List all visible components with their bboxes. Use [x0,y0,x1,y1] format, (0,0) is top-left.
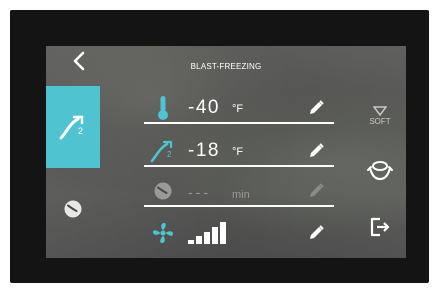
pencil-icon [310,225,324,239]
edit-chamber-temperature-button[interactable] [306,98,326,118]
edit-time-button[interactable] [306,181,326,201]
soft-mode-label: SOFT [369,117,391,126]
core-probe-icon: 2 [59,115,84,140]
pencil-icon [310,183,324,197]
fan-speed-bars [188,220,234,249]
chamber-temperature-unit: °F [232,103,244,115]
row-divider [144,122,334,124]
exit-icon [370,217,390,237]
row-divider [144,165,334,167]
chamber-temperature-value: -40 [188,97,220,118]
core-probe-mode-tab[interactable]: 2 [46,86,100,168]
time-unit: min [232,189,250,201]
svg-text:2: 2 [167,150,172,159]
triangle-down-icon [373,106,387,116]
edit-probe-temperature-button[interactable] [306,141,326,161]
soft-mode-button[interactable]: SOFT [358,100,402,132]
page-title: BLAST-FREEZING [190,62,262,71]
fan-icon [150,220,176,246]
svg-text:2: 2 [78,126,83,136]
timer-mode-tab[interactable] [46,168,100,250]
edit-fan-speed-button[interactable] [306,223,326,243]
clock-icon [64,200,82,218]
time-value: --- [188,184,211,200]
hold-icon [367,161,393,181]
clock-icon [150,178,176,204]
control-panel-screen: BLAST-FREEZING 2 -40 °F 2 -18 °F --- min… [46,46,406,258]
probe-temperature-value: -18 [188,140,220,161]
fan-speed-row [144,216,334,249]
hold-mode-button[interactable] [358,156,402,186]
chevron-left-icon [73,51,85,71]
chamber-temperature-row: -40 °F [144,91,334,124]
back-button[interactable] [64,48,94,74]
exit-button[interactable] [358,212,402,242]
core-probe-icon: 2 [150,138,176,164]
pencil-icon [310,143,324,157]
time-row: --- min [144,174,334,207]
pencil-icon [310,100,324,114]
probe-temperature-row: 2 -18 °F [144,134,334,167]
thermometer-icon [150,95,176,121]
probe-temperature-unit: °F [232,146,244,158]
row-divider [144,205,334,207]
